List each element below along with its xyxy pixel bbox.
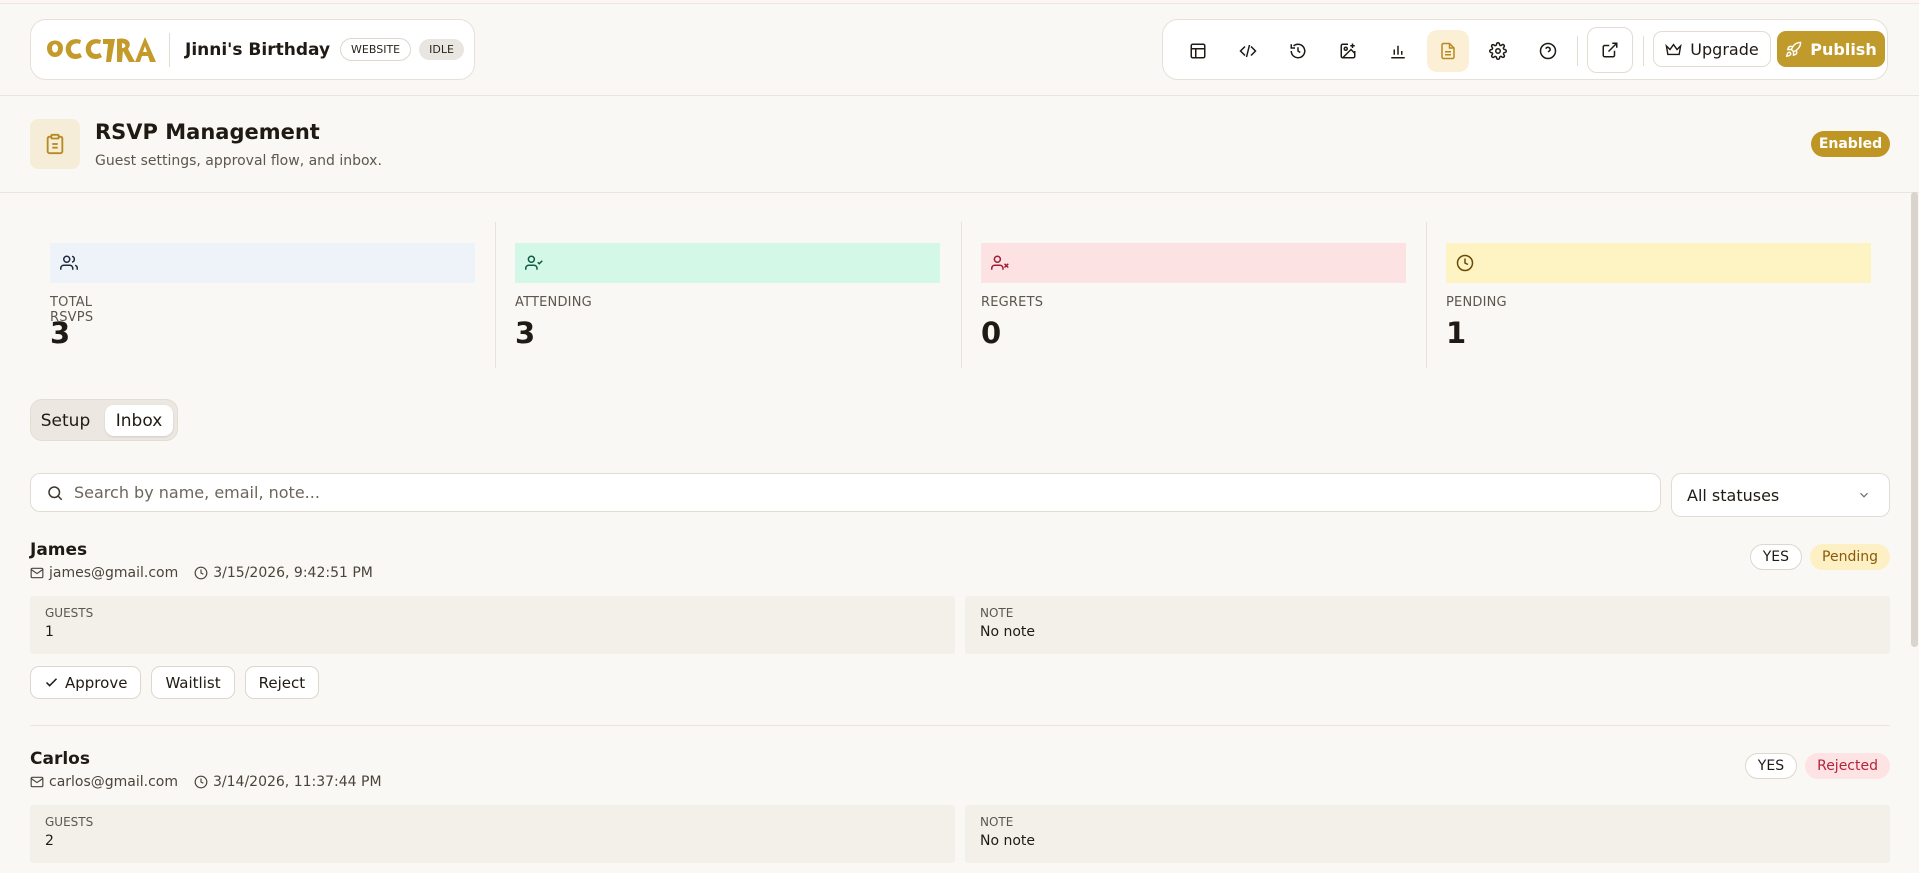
submitted-time: 3/14/2026, 11:37:44 PM bbox=[213, 774, 382, 790]
guests-box: GUESTS 1 bbox=[30, 596, 955, 654]
response-badge: YES bbox=[1744, 753, 1798, 779]
stat-bar bbox=[50, 243, 475, 283]
guests-value: 1 bbox=[45, 624, 54, 640]
entry-actions: Approve Waitlist Reject bbox=[30, 666, 320, 699]
guests-label: GUESTS bbox=[45, 815, 94, 829]
image-add-icon[interactable] bbox=[1327, 30, 1369, 72]
rsvp-entry: James james@gmail.com 3/15/2026, 9:42:51… bbox=[30, 540, 1890, 710]
search-icon bbox=[46, 484, 64, 502]
guest-meta: james@gmail.com 3/15/2026, 9:42:51 PM bbox=[30, 565, 373, 581]
toolbar-divider bbox=[1643, 36, 1644, 66]
stat-value: 3 bbox=[515, 316, 536, 350]
upgrade-button[interactable]: Upgrade bbox=[1653, 31, 1771, 67]
history-icon[interactable] bbox=[1277, 30, 1319, 72]
user-check-icon bbox=[525, 254, 543, 272]
guests-box: GUESTS 2 bbox=[30, 805, 955, 863]
note-label: NOTE bbox=[980, 815, 1014, 829]
clipboard-icon bbox=[30, 119, 80, 169]
stat-value: 3 bbox=[50, 316, 71, 350]
stat-divider bbox=[961, 222, 962, 368]
tab-setup[interactable]: Setup bbox=[36, 405, 95, 436]
status-filter-value: All statuses bbox=[1687, 485, 1780, 505]
editor-toolbar: Upgrade Publish bbox=[1162, 19, 1888, 80]
document-icon[interactable] bbox=[1427, 30, 1469, 72]
rsvp-entry: Carlos carlos@gmail.com 3/14/2026, 11:37… bbox=[30, 749, 1890, 873]
stat-value: 1 bbox=[1446, 316, 1467, 350]
mail-icon bbox=[30, 566, 44, 580]
submitted-time: 3/15/2026, 9:42:51 PM bbox=[213, 565, 373, 581]
guest-email: james@gmail.com bbox=[49, 565, 179, 581]
guest-meta: carlos@gmail.com 3/14/2026, 11:37:44 PM bbox=[30, 774, 382, 790]
status-badge: Rejected bbox=[1805, 753, 1890, 779]
guest-name: James bbox=[30, 540, 88, 560]
tab-inbox[interactable]: Inbox bbox=[105, 405, 173, 436]
site-state-badge: IDLE bbox=[419, 39, 464, 60]
guest-name: Carlos bbox=[30, 749, 90, 769]
search-bar bbox=[30, 473, 1661, 512]
rocket-icon bbox=[1785, 41, 1802, 58]
note-box: NOTE No note bbox=[965, 805, 1890, 863]
page-title: RSVP Management bbox=[95, 120, 320, 144]
stat-label: ATTENDING bbox=[515, 295, 592, 310]
note-value: No note bbox=[980, 624, 1036, 640]
layout-icon[interactable] bbox=[1177, 30, 1219, 72]
search-input[interactable] bbox=[74, 483, 1624, 502]
site-type-badge: WEBSITE bbox=[340, 38, 412, 61]
page-subtitle: Guest settings, approval flow, and inbox… bbox=[95, 153, 382, 169]
waitlist-label: Waitlist bbox=[165, 673, 221, 692]
gear-icon[interactable] bbox=[1477, 30, 1519, 72]
crown-icon bbox=[1665, 41, 1682, 58]
brand-divider bbox=[169, 32, 170, 67]
status-badge: Pending bbox=[1810, 544, 1890, 570]
clock-icon bbox=[194, 566, 208, 580]
entry-badges: YES Pending bbox=[1749, 544, 1890, 570]
note-box: NOTE No note bbox=[965, 596, 1890, 654]
status-filter-select[interactable]: All statuses bbox=[1671, 473, 1890, 517]
brand-logo[interactable] bbox=[45, 30, 157, 70]
bar-chart-icon[interactable] bbox=[1377, 30, 1419, 72]
response-badge: YES bbox=[1749, 544, 1803, 570]
stat-label: PENDING bbox=[1446, 295, 1507, 310]
note-value: No note bbox=[980, 833, 1036, 849]
user-x-icon bbox=[991, 254, 1009, 272]
stat-bar bbox=[1446, 243, 1871, 283]
users-icon bbox=[60, 254, 78, 272]
stat-divider bbox=[495, 222, 496, 368]
reject-button[interactable]: Reject bbox=[244, 666, 320, 699]
approve-label: Approve bbox=[65, 673, 128, 692]
note-label: NOTE bbox=[980, 606, 1014, 620]
clock-icon bbox=[194, 775, 208, 789]
entry-divider bbox=[30, 725, 1890, 726]
mail-icon bbox=[30, 775, 44, 789]
app-header: Jinni's Birthday WEBSITE IDLE Upgrade Pu… bbox=[0, 4, 1919, 96]
toolbar-divider bbox=[1577, 36, 1578, 66]
stat-divider bbox=[1426, 222, 1427, 368]
approve-button[interactable]: Approve bbox=[30, 666, 142, 699]
external-link-icon[interactable] bbox=[1587, 27, 1633, 73]
help-icon[interactable] bbox=[1527, 30, 1569, 72]
stat-bar bbox=[515, 243, 940, 283]
check-icon bbox=[44, 675, 59, 690]
code-icon[interactable] bbox=[1227, 30, 1269, 72]
clock-icon bbox=[1456, 254, 1474, 272]
view-tabs: Setup Inbox bbox=[30, 399, 178, 441]
waitlist-button[interactable]: Waitlist bbox=[151, 666, 235, 699]
stat-bar bbox=[981, 243, 1406, 283]
scrollbar[interactable] bbox=[1911, 192, 1918, 647]
upgrade-label: Upgrade bbox=[1690, 39, 1759, 59]
entry-badges: YES Rejected bbox=[1744, 753, 1890, 779]
site-card: Jinni's Birthday WEBSITE IDLE bbox=[30, 19, 475, 80]
reject-label: Reject bbox=[258, 673, 306, 692]
section-header: RSVP Management Guest settings, approval… bbox=[0, 96, 1919, 193]
site-title: Jinni's Birthday bbox=[185, 39, 331, 60]
guests-label: GUESTS bbox=[45, 606, 94, 620]
publish-label: Publish bbox=[1810, 39, 1877, 59]
guests-value: 2 bbox=[45, 833, 54, 849]
enabled-status-badge[interactable]: Enabled bbox=[1811, 131, 1890, 157]
chevron-down-icon bbox=[1857, 488, 1871, 502]
publish-button[interactable]: Publish bbox=[1777, 31, 1885, 67]
guest-email: carlos@gmail.com bbox=[49, 774, 179, 790]
stat-label: REGRETS bbox=[981, 295, 1044, 310]
stat-value: 0 bbox=[981, 316, 1002, 350]
